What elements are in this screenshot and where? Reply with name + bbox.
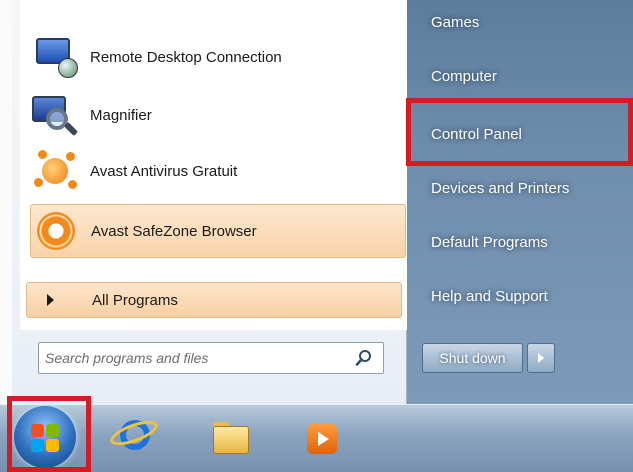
shutdown-label: Shut down	[439, 350, 506, 366]
control-panel-highlight	[406, 98, 633, 166]
program-label: Magnifier	[90, 106, 152, 124]
right-item-label: Games	[431, 13, 480, 31]
remote-desktop-icon	[32, 34, 78, 80]
all-programs-label: All Programs	[92, 291, 178, 309]
search-box	[38, 342, 384, 374]
right-item-devices-printers[interactable]: Devices and Printers	[419, 168, 623, 208]
magnifier-icon	[32, 92, 79, 138]
right-item-label: Default Programs	[431, 233, 548, 251]
right-item-label: Devices and Printers	[431, 179, 570, 197]
program-remote-desktop[interactable]: Remote Desktop Connection	[30, 30, 406, 84]
shutdown-button[interactable]: Shut down	[422, 343, 523, 373]
program-avast-antivirus[interactable]: Avast Antivirus Gratuit	[30, 144, 406, 198]
start-menu-right-pane: Games Computer Control Panel Devices and…	[407, 0, 633, 404]
arrow-right-icon	[47, 294, 54, 306]
safezone-icon	[33, 208, 79, 254]
search-input[interactable]	[45, 350, 325, 366]
avast-icon	[32, 148, 78, 194]
start-button-highlight	[7, 396, 91, 472]
page-edge	[0, 0, 12, 412]
right-item-computer[interactable]: Computer	[419, 56, 623, 96]
right-item-label: Help and Support	[431, 287, 548, 305]
start-menu-left-pane: Remote Desktop Connection Magnifier Avas…	[12, 0, 411, 404]
program-avast-safezone[interactable]: Avast SafeZone Browser	[30, 204, 406, 258]
right-item-default-programs[interactable]: Default Programs	[419, 222, 623, 262]
start-menu: Remote Desktop Connection Magnifier Avas…	[12, 0, 633, 404]
shutdown-options-button[interactable]	[527, 343, 555, 373]
chevron-right-icon	[538, 353, 544, 363]
search-icon[interactable]	[355, 349, 373, 367]
program-magnifier[interactable]: Magnifier	[30, 88, 406, 142]
taskbar-internet-explorer[interactable]	[103, 412, 165, 468]
program-label: Remote Desktop Connection	[90, 48, 282, 66]
right-item-help-support[interactable]: Help and Support	[419, 276, 623, 316]
taskbar-file-explorer[interactable]	[199, 412, 261, 468]
program-label: Avast Antivirus Gratuit	[90, 162, 238, 180]
all-programs-button[interactable]: All Programs	[26, 282, 402, 318]
right-item-games[interactable]: Games	[419, 2, 623, 42]
taskbar-media-player[interactable]	[291, 412, 353, 468]
program-label: Avast SafeZone Browser	[91, 222, 257, 240]
right-item-label: Computer	[431, 67, 497, 85]
